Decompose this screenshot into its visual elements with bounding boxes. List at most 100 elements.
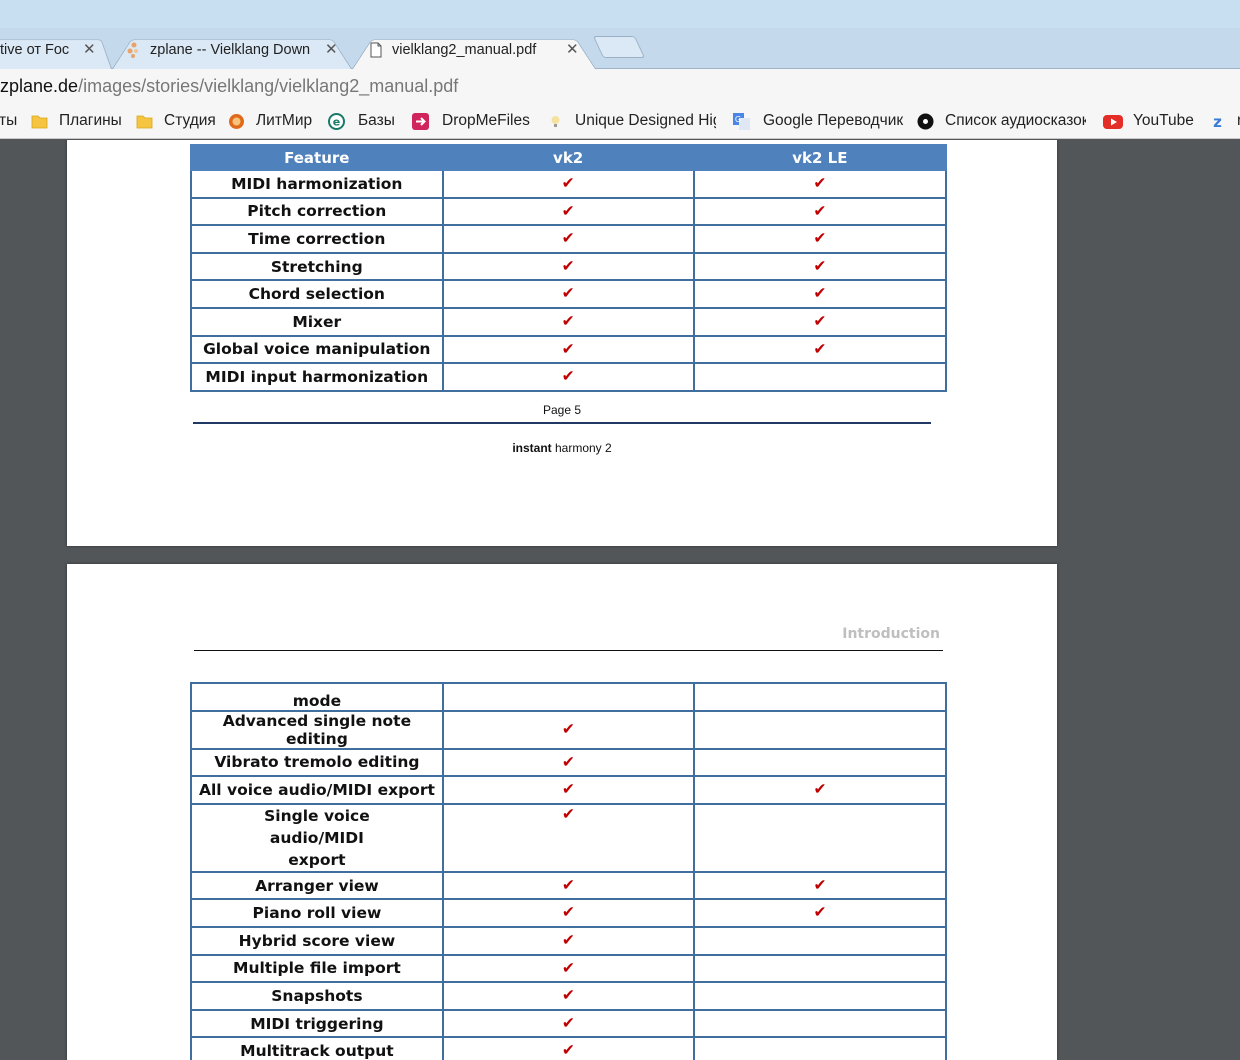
pdf-page-5: Feature vk2 vk2 LE MIDI harmonization ✔ … (67, 140, 1057, 546)
page-number: Page 5 (542, 403, 582, 417)
tab-focus[interactable]: tive от Foc ✕ (0, 32, 112, 69)
vk2-check: ✔ (441, 747, 695, 778)
table-row: Piano roll view ✔ ✔ (190, 898, 948, 928)
zplane-favicon-icon (127, 42, 138, 58)
bookmark-label: Плагины (59, 112, 122, 129)
feature-name: Pitch correction (190, 196, 444, 227)
vk2-check: ✔ (441, 334, 695, 365)
bookmark-label: ЛитМир (256, 112, 313, 129)
youtube-icon (1103, 115, 1123, 129)
close-tab-icon[interactable]: ✕ (325, 40, 338, 58)
vk2-check: ✔ (441, 953, 695, 984)
feature-name: Multiple file import (190, 953, 444, 984)
footer-divider (193, 422, 931, 424)
vk2-check: ✔ (441, 362, 695, 392)
feature-name: MIDI triggering (190, 1008, 444, 1039)
vk2-le-check (692, 981, 948, 1011)
svg-text:G: G (735, 115, 741, 124)
url-host: zplane.de (0, 76, 79, 96)
vk2-check: ✔ (441, 196, 695, 227)
svg-text:e: e (333, 116, 340, 129)
vk2-check (441, 682, 695, 712)
feature-comparison-table-continued: mode Advanced single note editing ✔ Vibr… (190, 682, 948, 1060)
tab-title: vielklang2_manual.pdf (392, 42, 537, 58)
feature-name: Multitrack output (190, 1036, 444, 1060)
vk2-le-check: ✔ (692, 279, 948, 309)
tab-zplane[interactable]: zplane -- Vielklang Down ✕ (112, 32, 352, 69)
e-icon: e (328, 113, 345, 130)
bookmark-label: DropMeFiles (442, 112, 530, 129)
vk2-le-check (692, 953, 948, 984)
bookmark-label: Базы (358, 112, 395, 129)
table-row: Arranger view ✔ ✔ (190, 870, 948, 901)
google-translate-icon: G (733, 113, 750, 130)
column-header-vk2: vk2 (441, 144, 695, 171)
feature-name: Vibrato tremolo editing (190, 747, 444, 778)
vk2-check: ✔ (441, 169, 695, 199)
feature-name: Snapshots (190, 981, 444, 1011)
feature-name: Global voice manipulation (190, 334, 444, 365)
vk2-check: ✔ (441, 279, 695, 309)
close-tab-icon[interactable]: ✕ (83, 40, 96, 58)
table-row: All voice audio/MIDI export ✔ ✔ (190, 775, 948, 805)
table-row: Pitch correction ✔ ✔ (190, 196, 948, 227)
bookmarks-bar: ты Плагины Студия ЛитМир e Базы DropMeFi… (0, 105, 1240, 139)
feature-name: MIDI input harmonization (190, 362, 444, 392)
litmir-icon (229, 114, 244, 129)
vk2-le-check: ✔ (692, 196, 948, 227)
vk2-check: ✔ (441, 1036, 695, 1060)
bookmark-label: YouTube (1133, 112, 1194, 129)
table-row: Hybrid score view ✔ (190, 925, 948, 956)
vk2-le-check (692, 709, 948, 750)
feature-name: Stretching (190, 251, 444, 282)
folder-icon (136, 115, 153, 129)
table-row: Time correction ✔ ✔ (190, 224, 948, 254)
column-header-feature: Feature (190, 144, 444, 171)
vk2-check: ✔ (441, 898, 695, 928)
table-row: Mixer ✔ ✔ (190, 306, 948, 337)
tab-title: zplane -- Vielklang Down (150, 42, 311, 58)
bookmark-label: ты (0, 112, 18, 129)
vk2-le-check: ✔ (692, 870, 948, 901)
tab-vielklang-manual[interactable]: vielklang2_manual.pdf ✕ (352, 32, 596, 69)
dropmefiles-icon (412, 113, 429, 130)
vk2-check: ✔ (441, 802, 695, 873)
address-bar[interactable]: zplane.de/images/stories/vielklang/vielk… (0, 69, 1240, 105)
table-row: Vibrato tremolo editing ✔ (190, 747, 948, 778)
close-tab-icon[interactable]: ✕ (566, 40, 579, 58)
vk2-check: ✔ (441, 870, 695, 901)
url-text[interactable]: zplane.de/images/stories/vielklang/vielk… (0, 76, 458, 97)
bookmark-label: Google Переводчик (763, 112, 904, 129)
feature-name: Advanced single note editing (190, 709, 444, 750)
pdf-viewer[interactable]: Feature vk2 vk2 LE MIDI harmonization ✔ … (0, 140, 1240, 1060)
table-row: Chord selection ✔ ✔ (190, 279, 948, 309)
url-path: /images/stories/vielklang/vielklang2_man… (78, 76, 459, 96)
vk2-le-check (692, 925, 948, 956)
table-row: Multitrack output ✔ (190, 1036, 948, 1060)
feature-name: All voice audio/MIDI export (190, 775, 444, 805)
feature-name: Time correction (190, 224, 444, 254)
bookmark-label: Студия (164, 112, 216, 129)
vk2-check: ✔ (441, 981, 695, 1011)
table-row: Single voice audio/MIDI export ✔ (190, 802, 948, 873)
feature-name: Arranger view (190, 870, 444, 901)
vk2-check: ✔ (441, 306, 695, 337)
tab-title: tive от Foc (0, 42, 70, 58)
vk2-check: ✔ (441, 1008, 695, 1039)
vk2-check: ✔ (441, 925, 695, 956)
table-row: Stretching ✔ ✔ (190, 251, 948, 282)
table-row: Snapshots ✔ (190, 981, 948, 1011)
document-icon (370, 42, 382, 58)
table-row: MIDI harmonization ✔ ✔ (190, 169, 948, 199)
feature-name: Single voice audio/MIDI export (190, 802, 444, 873)
z-icon: z (1213, 113, 1222, 130)
bulb-icon (551, 116, 560, 127)
svg-text:z: z (1213, 113, 1222, 130)
vk2-check: ✔ (441, 709, 695, 750)
vk2-le-check: ✔ (692, 251, 948, 282)
column-header-vk2-le: vk2 LE (692, 144, 948, 171)
table-row: Multiple file import ✔ (190, 953, 948, 984)
feature-name: Chord selection (190, 279, 444, 309)
bookmark-label: Список аудиосказок (945, 112, 1086, 129)
vk2-le-check: ✔ (692, 334, 948, 365)
